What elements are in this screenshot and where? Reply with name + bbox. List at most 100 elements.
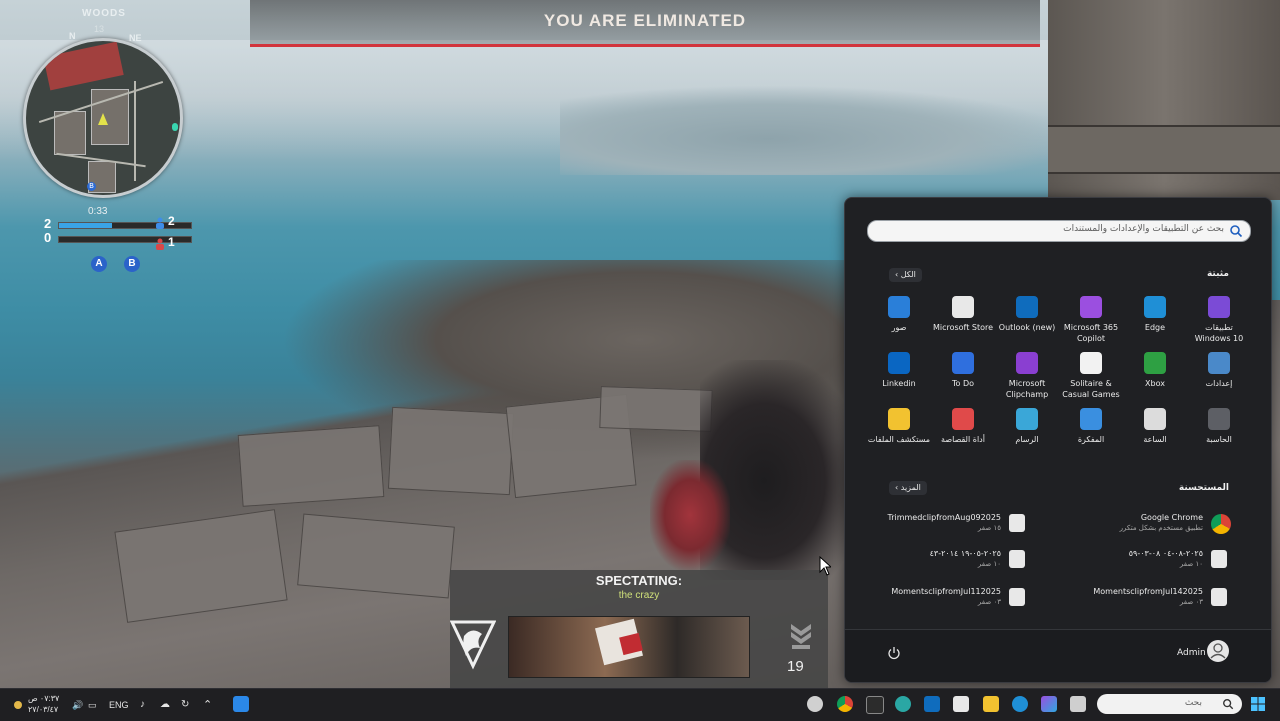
calculator-icon — [1208, 408, 1230, 430]
recommended-item[interactable]: ٢٠٢٥-٠٥-١٩ ٢٠١٤-٤٣ ١٠ صفر — [877, 546, 1027, 576]
pinned-app[interactable]: Outlook (new) — [995, 296, 1059, 333]
rock-slab — [237, 425, 385, 507]
taskbar-search[interactable]: بحث — [1097, 694, 1242, 714]
recommended-item-name: ٢٠٢٥-٠٨-٠٤ ٠٨-٠٣-٥٩ — [1128, 549, 1203, 558]
linkedin-icon — [888, 352, 910, 374]
recommended-item[interactable]: MomentsclipfromJul112025 ٠٣ صفر — [877, 584, 1027, 614]
start-menu: بحث عن التطبيقات والإعدادات والمستندات م… — [844, 197, 1272, 683]
pinned-app[interactable]: صور — [867, 296, 931, 333]
recommended-item-detail: تطبيق مستخدم بشكل متكرر — [1119, 524, 1203, 532]
pinned-app[interactable]: Microsoft 365 Copilot — [1059, 296, 1123, 344]
pinned-app-label: الساعة — [1143, 435, 1167, 444]
more-button[interactable]: ‹ المزيد — [889, 481, 927, 495]
language-indicator[interactable]: ENG — [109, 700, 129, 710]
compass-n: N — [69, 31, 76, 41]
pinned-app[interactable]: To Do — [931, 352, 995, 389]
task-view-icon[interactable] — [233, 696, 249, 712]
edge-icon — [1144, 296, 1166, 318]
clock-time[interactable]: ٠٧:٣٧ ص — [28, 694, 59, 703]
pinned-app[interactable]: Microsoft Store — [931, 296, 995, 333]
chevron-up-icon[interactable]: ⌃ — [203, 698, 212, 711]
rank-insignia-icon — [791, 624, 811, 649]
start-search-box[interactable]: بحث عن التطبيقات والإعدادات والمستندات — [867, 220, 1251, 242]
microphone-icon[interactable]: ♪ — [140, 699, 145, 710]
minimap-ally-marker — [172, 123, 178, 131]
power-icon[interactable] — [887, 646, 901, 660]
chrome-icon[interactable] — [837, 696, 853, 712]
pinned-app[interactable]: الحاسبة — [1187, 408, 1251, 445]
outlook-icon[interactable] — [924, 696, 940, 712]
pinned-app-label: Microsoft Clipchamp — [1005, 379, 1049, 399]
distant-hill — [560, 85, 1080, 175]
sync-icon[interactable]: ↻ — [181, 699, 189, 710]
pinned-app[interactable]: Solitaire & Casual Games — [1059, 352, 1123, 400]
rock-slab — [599, 386, 713, 432]
recommended-item[interactable]: MomentsclipfromJul142025 ٠٣ صفر — [1079, 584, 1229, 614]
pinned-app-label: أداة القصاصة — [941, 435, 985, 444]
copilot-icon[interactable] — [1041, 696, 1057, 712]
clipchamp-icon — [1016, 352, 1038, 374]
recommended-section-title: المستحسنة — [1178, 483, 1229, 493]
pinned-app-label: To Do — [951, 379, 975, 388]
pinned-section-title: مثبتة — [1206, 269, 1229, 279]
recommended-item[interactable]: ٢٠٢٥-٠٨-٠٤ ٠٨-٠٣-٥٩ ١٠ صفر — [1079, 546, 1229, 576]
file-explorer-icon[interactable] — [983, 696, 999, 712]
taskbar-search-placeholder: بحث — [1184, 698, 1202, 708]
edge-dev-icon[interactable] — [895, 696, 911, 712]
objective-b: B — [124, 256, 140, 272]
minimap-heading: 13 — [94, 24, 105, 34]
pinned-app[interactable]: الرسام — [995, 408, 1059, 445]
recommended-item-detail: ٠٣ صفر — [1179, 598, 1203, 606]
pinned-app[interactable]: الساعة — [1123, 408, 1187, 445]
cloud-icon[interactable]: ☁ — [160, 699, 170, 710]
player-emblem-icon — [450, 620, 496, 670]
more-button-label: المزيد — [900, 483, 921, 492]
start-button-icon[interactable] — [1250, 696, 1266, 712]
search-icon — [1223, 699, 1234, 710]
rock-slab — [387, 406, 515, 496]
pinned-app-label: Microsoft Store — [932, 323, 994, 332]
chrome-icon — [1211, 514, 1231, 534]
video-file-icon — [1211, 550, 1227, 568]
pinned-app[interactable]: المفكرة — [1059, 408, 1123, 445]
pinned-app[interactable]: Xbox — [1123, 352, 1187, 389]
volume-icon[interactable]: 🔊 — [72, 700, 83, 711]
network-icon[interactable]: ▭ — [88, 700, 97, 711]
taskbar: ٠٧:٣٧ ص ٢٧/٠٣/٤٧ 🔊 ▭ ENG ♪ ☁ ↻ ⌃ بحث — [0, 688, 1280, 721]
recommended-item[interactable]: Google Chrome تطبيق مستخدم بشكل متكرر — [1079, 510, 1231, 540]
snipping-tool-icon — [952, 408, 974, 430]
pinned-app[interactable]: Edge — [1123, 296, 1187, 333]
game-app-icon[interactable] — [807, 696, 823, 712]
weather-icon[interactable] — [12, 699, 24, 711]
pinned-app[interactable]: أداة القصاصة — [931, 408, 995, 445]
pinned-app-label: Edge — [1144, 323, 1166, 332]
pinned-app-label: Xbox — [1145, 379, 1165, 388]
task-view-button-icon[interactable] — [1070, 696, 1086, 712]
xbox-icon — [1144, 352, 1166, 374]
enemy-team-icon — [155, 235, 165, 250]
dev-app-icon[interactable] — [866, 696, 884, 714]
all-apps-button[interactable]: ‹ الكل — [889, 268, 922, 282]
user-name[interactable]: Admin — [1177, 648, 1206, 658]
recommended-item-detail: ٠٣ صفر — [977, 598, 1001, 606]
pinned-app[interactable]: Microsoft Clipchamp — [995, 352, 1059, 400]
recommended-item[interactable]: TrimmedclipfromAug092025 ١٥ صفر — [877, 510, 1027, 540]
pinned-app-label: صور — [891, 323, 907, 332]
objective-a: A — [91, 256, 107, 272]
recommended-item-detail: ١٠ صفر — [1179, 560, 1203, 568]
pinned-app[interactable]: إعدادات — [1187, 352, 1251, 389]
pinned-app[interactable]: مستكشف الملفات — [867, 408, 931, 445]
recommended-item-name: MomentsclipfromJul142025 — [1093, 587, 1203, 596]
user-avatar[interactable] — [1207, 640, 1229, 662]
pinned-app[interactable]: Linkedin — [867, 352, 931, 389]
minimap-building — [54, 111, 86, 155]
rank-number: 19 — [787, 658, 804, 675]
friendly-score-fill — [59, 223, 112, 228]
pinned-app-label: الحاسبة — [1206, 435, 1232, 444]
edge-icon[interactable] — [1012, 696, 1028, 712]
solitaire-icon — [1080, 352, 1102, 374]
pinned-app[interactable]: تطبيقات Windows 10 — [1187, 296, 1251, 344]
friendly-alive-count: 2 — [168, 214, 175, 228]
store-icon[interactable] — [953, 696, 969, 712]
clock-date[interactable]: ٢٧/٠٣/٤٧ — [28, 705, 58, 714]
